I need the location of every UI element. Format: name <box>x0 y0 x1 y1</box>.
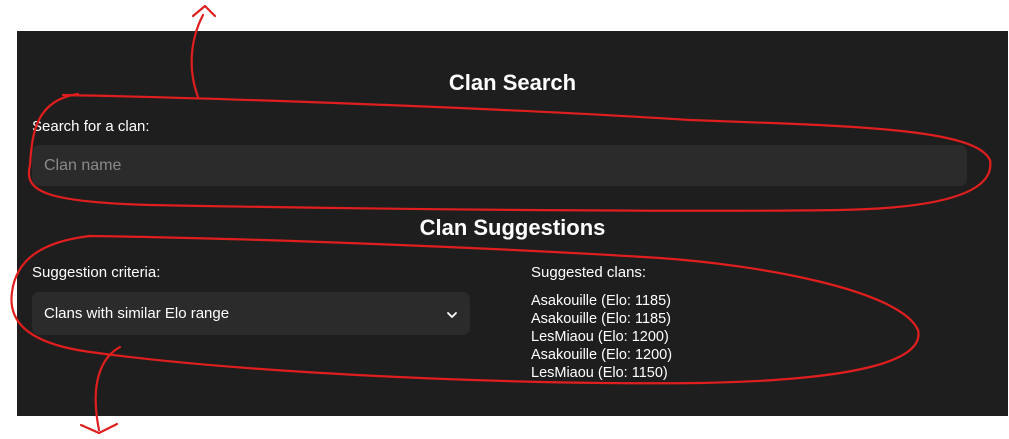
suggested-clans-label: Suggested clans: <box>531 264 647 281</box>
suggested-clans-list: Asakouille (Elo: 1185) Asakouille (Elo: … <box>531 292 672 382</box>
clan-panel: Clan Search Search for a clan: Clan Sugg… <box>17 31 1008 416</box>
suggestion-criteria-value: Clans with similar Elo range <box>44 305 230 322</box>
annotation-arrowhead-up <box>191 4 217 18</box>
clan-suggestions-title: Clan Suggestions <box>419 215 606 240</box>
clan-search-input[interactable] <box>32 145 967 186</box>
suggestion-criteria-label: Suggestion criteria: <box>32 264 161 281</box>
search-label: Search for a clan: <box>32 118 150 135</box>
suggested-clan-item: LesMiaou (Elo: 1200) <box>531 329 669 345</box>
suggested-clan-item: LesMiaou (Elo: 1150) <box>531 365 668 381</box>
suggestion-criteria-select[interactable]: Clans with similar Elo range <box>32 292 470 335</box>
annotation-arrowhead-down <box>79 422 119 435</box>
suggested-clan-item: Asakouille (Elo: 1185) <box>531 311 671 327</box>
clan-search-title: Clan Search <box>448 70 577 95</box>
suggested-clan-item: Asakouille (Elo: 1185) <box>531 293 671 309</box>
suggested-clan-item: Asakouille (Elo: 1200) <box>531 347 673 363</box>
chevron-down-icon <box>446 308 458 320</box>
